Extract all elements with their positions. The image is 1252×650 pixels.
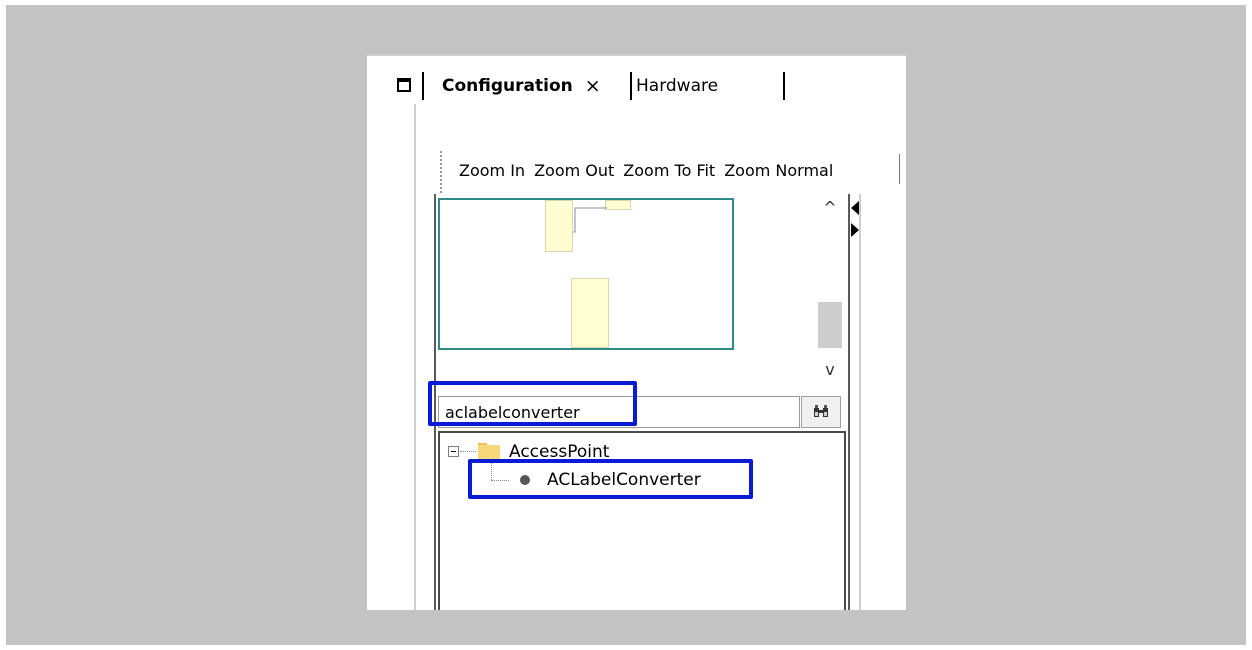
zoom-normal-button[interactable]: Zoom Normal	[724, 161, 833, 180]
folder-icon	[478, 443, 500, 459]
binoculars-icon	[814, 405, 828, 417]
scroll-up-icon[interactable]: ^	[814, 196, 846, 220]
search-input[interactable]	[438, 396, 800, 428]
zoom-to-fit-button[interactable]: Zoom To Fit	[623, 161, 715, 180]
zoom-out-button[interactable]: Zoom Out	[534, 161, 614, 180]
scroll-down-icon[interactable]: v	[814, 358, 846, 382]
minimap-connector	[573, 207, 607, 233]
tree-item-label: ACLabelConverter	[547, 470, 701, 490]
panel-divider	[859, 194, 861, 610]
tab-hardware-label: Hardware	[636, 76, 719, 96]
expand-right-icon[interactable]	[851, 223, 859, 237]
tab-divider	[422, 72, 424, 100]
vertical-scrollbar[interactable]: ^ v	[814, 196, 846, 382]
tree-line	[460, 451, 476, 453]
tree-line	[491, 480, 509, 482]
tree-item-label: AccessPoint	[509, 442, 610, 462]
minimap-node	[545, 200, 573, 252]
tab-configuration-label: Configuration	[442, 76, 573, 96]
toolbar-separator	[899, 154, 900, 184]
tree-item-aclabelconverter[interactable]: ACLabelConverter	[547, 468, 701, 492]
tree-line	[491, 460, 493, 480]
overview-minimap[interactable]	[438, 198, 734, 350]
collapse-left-icon[interactable]	[851, 201, 859, 215]
tab-divider	[630, 72, 632, 100]
collapse-toggle-icon[interactable]	[448, 446, 459, 457]
tab-divider	[783, 72, 785, 100]
left-side-panel	[367, 104, 416, 610]
close-icon[interactable]: ×	[585, 75, 601, 97]
window-top-border	[367, 54, 906, 56]
minimap-node	[571, 278, 609, 348]
ide-window: Configuration × Hardware Zoom In Zoom Ou…	[367, 54, 906, 610]
zoom-toolbar: Zoom In Zoom Out Zoom To Fit Zoom Normal	[459, 157, 842, 183]
search-results-tree: AccessPoint ACLabelConverter	[438, 431, 846, 610]
tab-hardware[interactable]: Hardware	[636, 72, 718, 100]
maximize-icon[interactable]	[397, 78, 411, 92]
zoom-in-button[interactable]: Zoom In	[459, 161, 525, 180]
toolbar-grip[interactable]	[440, 151, 443, 197]
tree-item-accesspoint[interactable]: AccessPoint	[509, 440, 609, 464]
bean-icon	[520, 475, 530, 485]
tab-configuration[interactable]: Configuration ×	[442, 72, 601, 100]
search-button[interactable]	[801, 396, 841, 428]
scroll-thumb[interactable]	[818, 302, 842, 348]
